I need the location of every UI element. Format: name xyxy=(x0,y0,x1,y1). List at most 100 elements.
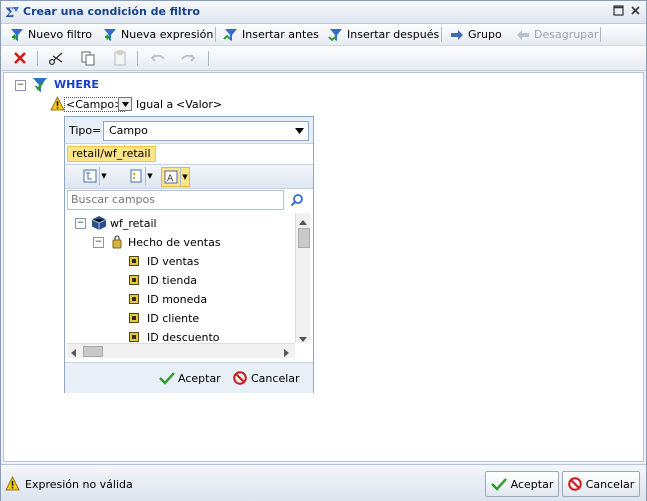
toolbar-separator xyxy=(137,51,138,66)
view-list-button[interactable]: ▼ xyxy=(127,167,154,185)
nuevo-filtro-button[interactable]: Nuevo filtro xyxy=(9,26,92,43)
tree-root-label: wf_retail xyxy=(110,216,157,230)
field-icon xyxy=(129,332,139,342)
toolbar-separator xyxy=(37,51,38,66)
tree-field-label: ID descuento xyxy=(147,330,220,344)
tree-folder-label: Hecho de ventas xyxy=(128,235,221,249)
edit-toolbar xyxy=(1,46,646,71)
field-picker-popup: Tipo= Campo retail/wf_retail ▼ ▼ A ▼ Bus… xyxy=(64,116,314,393)
tree-field-label: ID ventas xyxy=(147,254,200,268)
chevron-down-icon[interactable]: ▼ xyxy=(99,167,108,185)
nueva-expresion-button[interactable]: Nueva expresión xyxy=(102,26,213,43)
field-icon xyxy=(129,256,139,266)
collapse-where-toggle[interactable]: − xyxy=(15,80,26,91)
chevron-down-icon[interactable] xyxy=(293,124,306,138)
view-alpha-button[interactable]: A ▼ xyxy=(161,167,190,187)
tree-field-label: ID moneda xyxy=(147,292,208,306)
scroll-thumb[interactable] xyxy=(298,228,310,248)
view-hierarchy-button[interactable]: ▼ xyxy=(81,167,108,185)
popup-accept-label: Aceptar xyxy=(178,371,221,385)
cancel-button[interactable]: Cancelar xyxy=(562,471,640,497)
close-icon[interactable] xyxy=(629,5,642,18)
insertar-antes-label: Insertar antes xyxy=(242,28,319,41)
breadcrumb[interactable]: retail/wf_retail xyxy=(67,146,156,162)
toolbar-separator xyxy=(600,27,601,42)
insertar-antes-button[interactable]: Insertar antes xyxy=(223,26,319,43)
status-message: Expresión no válida xyxy=(25,478,133,491)
tree-root-node[interactable]: − wf_retail xyxy=(75,215,157,231)
accept-button[interactable]: Aceptar xyxy=(485,471,559,497)
paste-button[interactable] xyxy=(111,49,129,67)
filter-add-icon xyxy=(11,28,23,41)
desagrupar-button[interactable]: Desagrupar xyxy=(515,26,598,43)
title-bar[interactable]: Σ Crear una condición de filtro xyxy=(1,1,646,24)
filter-sigma-icon: Σ xyxy=(4,4,20,21)
chevron-down-icon[interactable]: ▼ xyxy=(180,168,189,186)
popup-cancel-button[interactable]: Cancelar xyxy=(233,368,300,388)
field-tree: − wf_retail − Hecho de ventas ID ventas xyxy=(67,213,295,343)
value-placeholder[interactable]: <Valor> xyxy=(176,98,222,111)
where-filter-icon xyxy=(31,76,49,97)
search-button[interactable] xyxy=(285,190,309,210)
chevron-down-icon[interactable]: ▼ xyxy=(145,167,154,185)
field-icon xyxy=(129,275,139,285)
tree-field-node[interactable]: ID ventas xyxy=(129,253,199,269)
tree-field-node[interactable]: ID moneda xyxy=(129,291,207,307)
operator-label[interactable]: Igual a xyxy=(136,98,173,111)
tree-folder-node[interactable]: − Hecho de ventas xyxy=(93,234,221,250)
undo-button[interactable] xyxy=(149,49,167,67)
cube-icon xyxy=(91,215,107,231)
tipo-label: Tipo= xyxy=(69,124,102,137)
scroll-thumb[interactable] xyxy=(83,346,103,357)
insertar-despues-button[interactable]: Insertar después xyxy=(328,26,439,43)
field-selector[interactable]: <Campo> xyxy=(64,97,126,112)
popup-cancel-label: Cancelar xyxy=(251,371,300,385)
scroll-right-icon[interactable] xyxy=(284,347,289,360)
toolbar-separator xyxy=(208,51,209,66)
list-view-icon xyxy=(127,167,145,185)
grupo-button[interactable]: Grupo xyxy=(449,26,502,43)
maximize-icon[interactable] xyxy=(612,5,625,18)
alphabetical-view-icon: A xyxy=(162,169,180,185)
field-icon xyxy=(129,294,139,304)
group-arrow-icon xyxy=(451,29,463,40)
tipo-select[interactable]: Campo xyxy=(103,121,309,141)
search-fields-input[interactable]: Buscar campos xyxy=(67,190,284,210)
scroll-up-icon[interactable] xyxy=(299,215,307,228)
collapse-toggle[interactable]: − xyxy=(93,236,104,248)
hierarchy-view-icon xyxy=(81,167,99,185)
scissors-icon xyxy=(48,52,63,66)
cancel-icon xyxy=(567,477,582,491)
cancel-icon xyxy=(233,371,247,385)
search-icon xyxy=(290,194,303,207)
delete-button[interactable] xyxy=(11,49,29,67)
tree-field-node[interactable]: ID cliente xyxy=(129,310,199,326)
main-toolbar: Nuevo filtro Nueva expresión Insertar an… xyxy=(1,24,646,46)
cut-button[interactable] xyxy=(47,49,65,67)
checkmark-icon xyxy=(159,372,175,385)
checkmark-icon xyxy=(490,478,507,491)
warning-icon xyxy=(50,96,65,114)
scroll-left-icon[interactable] xyxy=(71,347,76,360)
popup-accept-button[interactable]: Aceptar xyxy=(159,368,221,388)
field-dropdown-button[interactable] xyxy=(118,97,132,111)
toolbar-separator xyxy=(441,27,442,42)
where-label[interactable]: WHERE xyxy=(54,78,99,91)
copy-button[interactable] xyxy=(79,49,97,67)
redo-button[interactable] xyxy=(179,49,197,67)
tree-field-node[interactable]: ID tienda xyxy=(129,272,197,288)
tree-field-node[interactable]: ID descuento xyxy=(129,329,220,343)
tree-field-label: ID cliente xyxy=(147,311,200,325)
ungroup-arrow-icon xyxy=(517,29,529,40)
chevron-down-icon xyxy=(121,101,129,107)
scroll-down-icon[interactable] xyxy=(299,332,307,345)
horizontal-scrollbar[interactable] xyxy=(67,343,295,358)
redo-icon xyxy=(181,54,196,62)
status-bar: Expresión no válida Aceptar Cancelar xyxy=(1,464,646,501)
insertar-despues-label: Insertar después xyxy=(347,28,440,41)
tipo-row: Tipo= Campo xyxy=(65,117,313,144)
vertical-scrollbar[interactable] xyxy=(295,213,310,343)
collapse-toggle[interactable]: − xyxy=(75,217,86,229)
expression-add-icon xyxy=(104,28,116,41)
grupo-label: Grupo xyxy=(468,28,502,41)
